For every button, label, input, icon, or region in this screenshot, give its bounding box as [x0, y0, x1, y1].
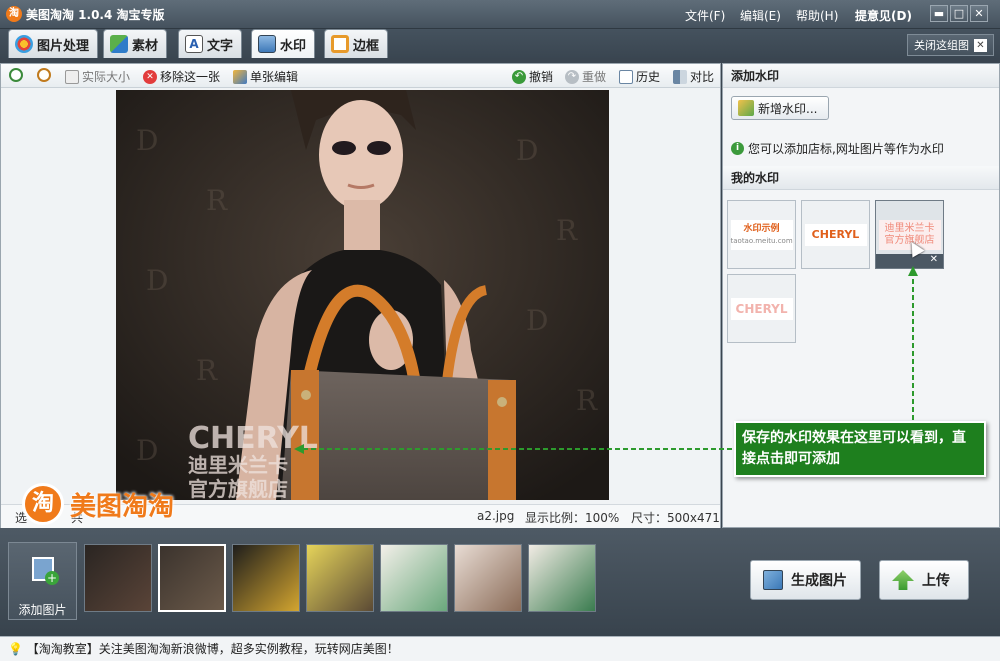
thumbnail-photo-selected[interactable]	[158, 544, 226, 612]
thumbnail-strip: + 添加图片 生成图片 上传	[0, 528, 1000, 636]
upload-button[interactable]: 上传	[879, 560, 969, 600]
thumbnail-photo[interactable]	[306, 544, 374, 612]
generate-image-label: 生成图片	[791, 573, 847, 589]
thumbnail-photo[interactable]	[232, 544, 300, 612]
add-photo-button[interactable]: + 添加图片	[8, 542, 77, 620]
add-photo-label: 添加图片	[18, 603, 67, 617]
upload-arrow-icon	[892, 570, 914, 590]
generate-image-icon	[763, 570, 783, 590]
lightbulb-icon: 💡	[8, 642, 23, 656]
thumbnail-photo[interactable]	[84, 544, 152, 612]
footer-bar: 💡 【淘淘教室】关注美图淘淘新浪微博，超多实例教程，玩转网店美图！	[0, 636, 1000, 661]
footer-tip[interactable]: 【淘淘教室】关注美图淘淘新浪微博，超多实例教程，玩转网店美图！	[27, 642, 399, 656]
thumbnail-photo[interactable]	[454, 544, 522, 612]
thumbnail-photo[interactable]	[380, 544, 448, 612]
generate-image-button[interactable]: 生成图片	[750, 560, 861, 600]
thumbnail-photo[interactable]	[528, 544, 596, 612]
upload-label: 上传	[922, 573, 950, 589]
tip-callout: 保存的水印效果在这里可以看到，直接点击即可添加	[734, 421, 986, 477]
plus-icon: +	[45, 571, 59, 585]
